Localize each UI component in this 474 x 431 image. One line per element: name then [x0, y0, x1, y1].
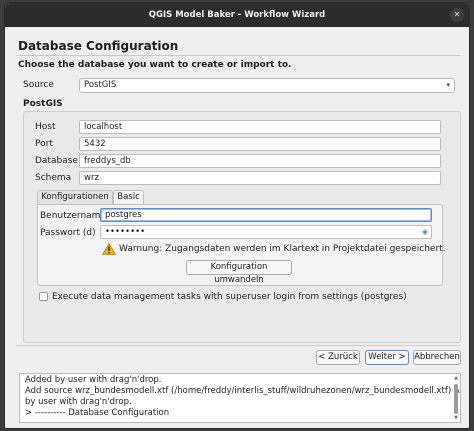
- wizard-window: QGIS Model Baker - Workflow Wizard ✕ Dat…: [4, 2, 470, 429]
- tab-konfigurationen[interactable]: Konfigurationen: [37, 190, 113, 204]
- password-label: Passwort (d): [40, 228, 96, 238]
- log-line: Added by user with drag'n'drop.: [25, 375, 162, 385]
- log-output[interactable]: Added by user with drag'n'drop. Add sour…: [19, 373, 461, 423]
- next-button[interactable]: Weiter >: [365, 350, 409, 365]
- log-scrollbar[interactable]: [454, 384, 458, 414]
- schema-label: Schema: [35, 173, 72, 183]
- database-input[interactable]: freddys_db: [79, 154, 441, 168]
- log-line: by user with drag'n'drop.: [25, 397, 132, 407]
- postgis-group-title: PostGIS: [23, 99, 63, 109]
- page-title: Database Configuration: [18, 39, 179, 53]
- back-button[interactable]: < Zurück: [316, 350, 360, 365]
- window-title: QGIS Model Baker - Workflow Wizard: [148, 10, 326, 20]
- chevron-down-icon: ▾: [446, 81, 450, 89]
- title-divider: [16, 55, 460, 56]
- username-input[interactable]: postgres: [100, 208, 432, 222]
- scroll-down-icon[interactable]: ▼: [454, 415, 458, 421]
- username-label: Benutzername: [40, 211, 106, 221]
- warning-triangle-icon: [102, 243, 116, 255]
- log-line: Add source wrz_bundesmodell.xtf (/home/f…: [25, 386, 461, 396]
- schema-input[interactable]: wrz: [79, 171, 441, 185]
- password-input[interactable]: •••••••• ◉: [100, 225, 432, 239]
- log-line: > ---------- Database Configuration: [25, 408, 170, 418]
- close-icon[interactable]: ✕: [450, 8, 464, 22]
- convert-configuration-button[interactable]: Konfiguration umwandeln: [186, 260, 292, 285]
- superuser-checkbox[interactable]: [39, 292, 48, 301]
- bottom-divider: [16, 345, 460, 346]
- tab-basic[interactable]: Basic: [113, 190, 144, 205]
- database-label: Database: [35, 156, 78, 166]
- plaintext-warning: Warnung: Zugangsdaten werden im Klartext…: [119, 244, 446, 254]
- port-input[interactable]: 5432: [79, 137, 441, 151]
- source-select[interactable]: PostGIS ▾: [79, 78, 455, 93]
- host-input[interactable]: localhost: [79, 120, 441, 134]
- password-value: ••••••••: [105, 227, 146, 237]
- cancel-button[interactable]: Abbrechen: [413, 350, 461, 365]
- port-label: Port: [35, 139, 53, 149]
- source-label: Source: [23, 80, 54, 90]
- host-label: Host: [35, 122, 56, 132]
- source-select-value: PostGIS: [84, 80, 117, 90]
- page-subtitle: Choose the database you want to create o…: [18, 60, 292, 70]
- show-password-icon[interactable]: ◉: [422, 226, 428, 238]
- superuser-checkbox-label: Execute data management tasks with super…: [52, 292, 407, 302]
- scroll-up-icon[interactable]: ▲: [454, 375, 458, 381]
- title-bar: QGIS Model Baker - Workflow Wizard ✕: [5, 3, 469, 27]
